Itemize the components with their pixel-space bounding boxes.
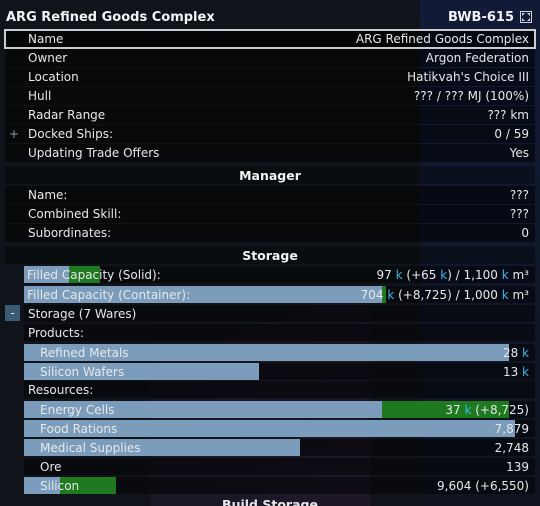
info-row-hull[interactable]: Hull ??? / ??? MJ (100%) [5, 87, 535, 105]
ware-row-silicon[interactable]: Silicon 9,604 (+6,550) [24, 477, 535, 494]
info-row-trade-offers[interactable]: Updating Trade Offers Yes [5, 144, 535, 162]
section-heading-storage: Storage [5, 246, 535, 264]
window-titlebar: ARG Refined Goods Complex BWB-615 [0, 6, 540, 28]
ware-row-refined-metals[interactable]: Refined Metals 28 k [24, 344, 535, 361]
section-heading-manager: Manager [5, 166, 535, 184]
manager-row-skill[interactable]: Combined Skill: ??? [5, 205, 535, 223]
station-info-panel: ARG Refined Goods Complex BWB-615 Name A… [0, 0, 540, 506]
products-label: Products: [24, 324, 535, 341]
capacity-value: 704 k (+8,725) / 1,000 k m³ [360, 287, 529, 302]
capacity-value: 97 k (+65 k) / 1,100 k m³ [376, 267, 529, 282]
resources-label: Resources: [24, 381, 535, 398]
info-row-docked-ships[interactable]: + Docked Ships: 0 / 59 [5, 125, 535, 143]
info-row-name[interactable]: Name ARG Refined Goods Complex [4, 29, 536, 49]
minus-icon[interactable]: - [5, 305, 20, 321]
manager-row-subordinates[interactable]: Subordinates: 0 [5, 224, 535, 242]
plus-icon[interactable]: + [7, 127, 21, 141]
capacity-row-container[interactable]: Filled Capacity (Container): 704 k (+8,7… [24, 286, 535, 303]
info-row-location[interactable]: Location Hatikvah's Choice III [5, 68, 535, 86]
ware-row-ore[interactable]: Ore 139 [24, 458, 535, 475]
expand-icon[interactable] [520, 11, 532, 23]
ware-row-medical-supplies[interactable]: Medical Supplies 2,748 [24, 439, 535, 456]
storage-toggle-label[interactable]: Storage (7 Wares) [24, 305, 535, 322]
ware-row-energy-cells[interactable]: Energy Cells 37 k (+8,725) [24, 401, 535, 418]
window-title: ARG Refined Goods Complex [6, 9, 215, 25]
station-code: BWB-615 [448, 9, 514, 25]
info-row-radar-range[interactable]: Radar Range ??? km [5, 106, 535, 124]
capacity-row-solid[interactable]: Filled Capacity (Solid): 97 k (+65 k) / … [24, 266, 535, 283]
ware-row-silicon-wafers[interactable]: Silicon Wafers 13 k [24, 363, 535, 380]
manager-row-name[interactable]: Name: ??? [5, 186, 535, 204]
section-heading-build-storage: Build Storage [222, 497, 318, 506]
ware-row-food-rations[interactable]: Food Rations 7,879 [24, 420, 535, 437]
info-row-owner[interactable]: Owner Argon Federation [5, 49, 535, 67]
